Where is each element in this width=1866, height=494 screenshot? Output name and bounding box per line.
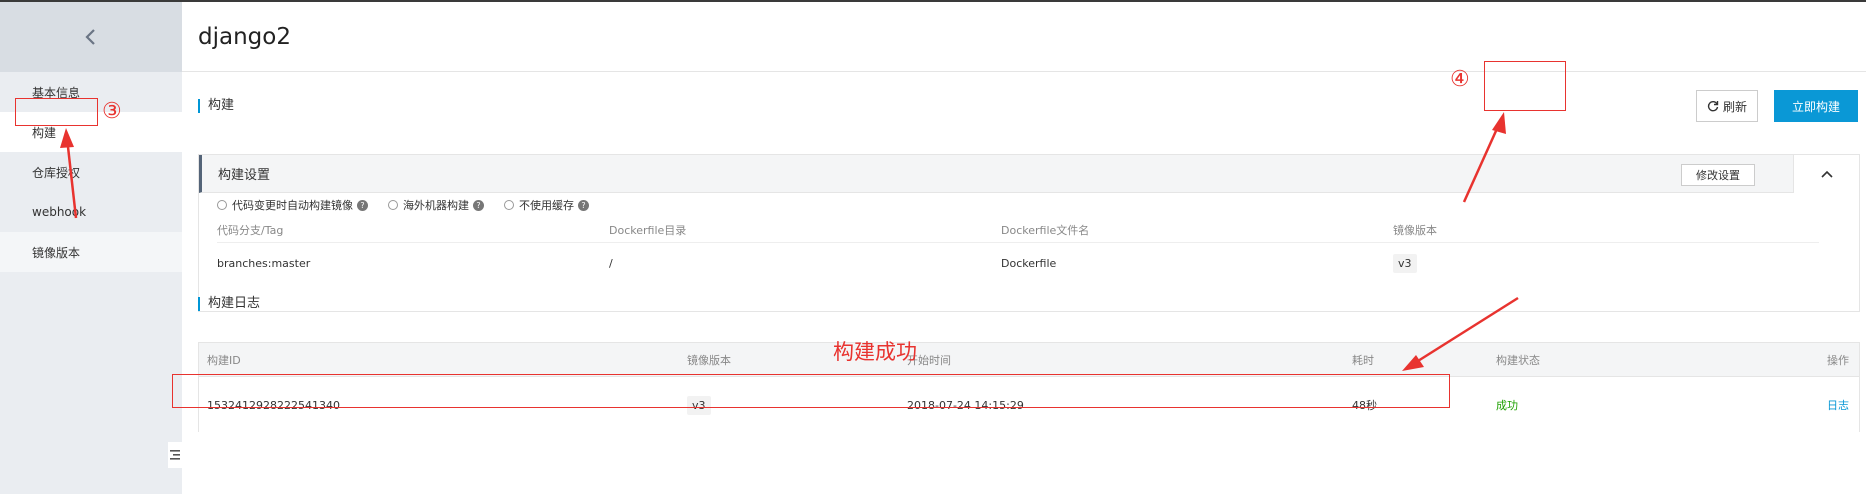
version-tag: v3 xyxy=(1393,253,1417,273)
column-header: 耗时 xyxy=(1352,353,1374,367)
version-tag: v3 xyxy=(687,395,711,415)
config-table-header: 代码分支/Tag Dockerfile目录 Dockerfile文件名 镜像版本 xyxy=(217,217,1819,243)
help-icon[interactable]: ? xyxy=(357,199,368,211)
option-label: 代码变更时自动构建镜像 xyxy=(232,199,353,212)
build-settings-title: 构建设置 xyxy=(218,168,271,183)
column-header: Dockerfile目录 xyxy=(609,223,687,237)
help-icon[interactable]: ? xyxy=(578,199,589,211)
page-title: django2 xyxy=(182,2,1866,72)
sidebar-item-label: 镜像版本 xyxy=(32,245,81,260)
main-content: django2 构建 刷新 立即构建 构建设置 修改设置 代码变更时自动构建镜像… xyxy=(182,0,1866,494)
sidebar-item-repo-auth[interactable]: 仓库授权 xyxy=(0,152,182,192)
build-now-label: 立即构建 xyxy=(1791,99,1840,114)
option-auto-build[interactable]: 代码变更时自动构建镜像? xyxy=(217,197,368,213)
sidebar-item-label: webhook xyxy=(32,205,87,219)
radio-icon[interactable] xyxy=(388,200,398,210)
table-row: branches:master / Dockerfile v3 xyxy=(217,243,1819,283)
build-log-table: 构建ID 镜像版本 开始时间 耗时 构建状态 操作 15324129282225… xyxy=(198,342,1860,432)
build-id: 1532412928222541340 xyxy=(207,398,340,412)
build-options: 代码变更时自动构建镜像? 海外机器构建? 不使用缓存? xyxy=(199,193,1859,217)
annotation-step4: ④ xyxy=(1450,67,1470,92)
sidebar-item-build[interactable]: 构建 xyxy=(0,112,182,152)
sidebar-item-basic-info[interactable]: 基本信息 xyxy=(0,72,182,112)
status-badge: 成功 xyxy=(1496,399,1518,412)
sidebar-toggle[interactable] xyxy=(168,442,182,468)
radio-icon[interactable] xyxy=(217,200,227,210)
build-now-button[interactable]: 立即构建 xyxy=(1774,90,1858,122)
refresh-icon xyxy=(1707,101,1719,112)
radio-icon[interactable] xyxy=(504,200,514,210)
refresh-label: 刷新 xyxy=(1722,99,1747,114)
build-log-section-title: 构建日志 xyxy=(198,297,260,311)
modify-settings-label: 修改设置 xyxy=(1696,169,1740,182)
column-header: Dockerfile文件名 xyxy=(1001,223,1090,237)
duration: 48秒 xyxy=(1352,399,1377,412)
build-settings-header: 构建设置 修改设置 xyxy=(199,155,1859,193)
chevron-left-icon xyxy=(85,29,95,45)
view-log-link[interactable]: 日志 xyxy=(1796,397,1859,413)
sidebar-item-label: 基本信息 xyxy=(32,85,81,100)
refresh-button[interactable]: 刷新 xyxy=(1696,90,1758,122)
build-section-title: 构建 xyxy=(198,99,234,113)
option-no-cache[interactable]: 不使用缓存? xyxy=(504,197,589,213)
dockerfile-name-value: Dockerfile xyxy=(1001,256,1057,270)
branch-value: branches:master xyxy=(217,256,311,270)
annotation-step3: ③ xyxy=(102,99,122,124)
column-header: 构建ID xyxy=(207,353,241,367)
help-icon[interactable]: ? xyxy=(473,199,484,211)
column-header: 操作 xyxy=(1827,353,1849,367)
annotation-success-note: 构建成功 xyxy=(833,340,917,364)
option-label: 不使用缓存 xyxy=(519,199,574,212)
sidebar-item-label: 构建 xyxy=(32,125,57,140)
column-header: 构建状态 xyxy=(1496,353,1540,367)
collapse-button[interactable] xyxy=(1793,155,1859,193)
back-button[interactable] xyxy=(0,2,182,72)
option-overseas-build[interactable]: 海外机器构建? xyxy=(388,197,484,213)
sidebar: 基本信息 构建 仓库授权 webhook 镜像版本 xyxy=(0,0,182,494)
start-time: 2018-07-24 14:15:29 xyxy=(907,398,1024,412)
table-row: 1532412928222541340 v3 2018-07-24 14:15:… xyxy=(199,377,1859,433)
sidebar-item-image-versions[interactable]: 镜像版本 xyxy=(0,232,182,272)
modify-settings-button[interactable]: 修改设置 xyxy=(1681,164,1755,186)
build-settings-panel: 构建设置 修改设置 代码变更时自动构建镜像? 海外机器构建? 不使用缓存? 代码… xyxy=(198,154,1860,312)
menu-icon xyxy=(170,450,180,460)
log-table-header: 构建ID 镜像版本 开始时间 耗时 构建状态 操作 xyxy=(199,343,1859,377)
sidebar-item-label: 仓库授权 xyxy=(32,165,81,180)
column-header: 镜像版本 xyxy=(1393,223,1437,237)
column-header: 代码分支/Tag xyxy=(217,223,284,237)
option-label: 海外机器构建 xyxy=(403,199,469,212)
chevron-up-icon xyxy=(1820,170,1833,178)
dockerfile-dir-value: / xyxy=(609,256,613,270)
sidebar-item-webhook[interactable]: webhook xyxy=(0,192,182,232)
column-header: 开始时间 xyxy=(907,353,951,367)
